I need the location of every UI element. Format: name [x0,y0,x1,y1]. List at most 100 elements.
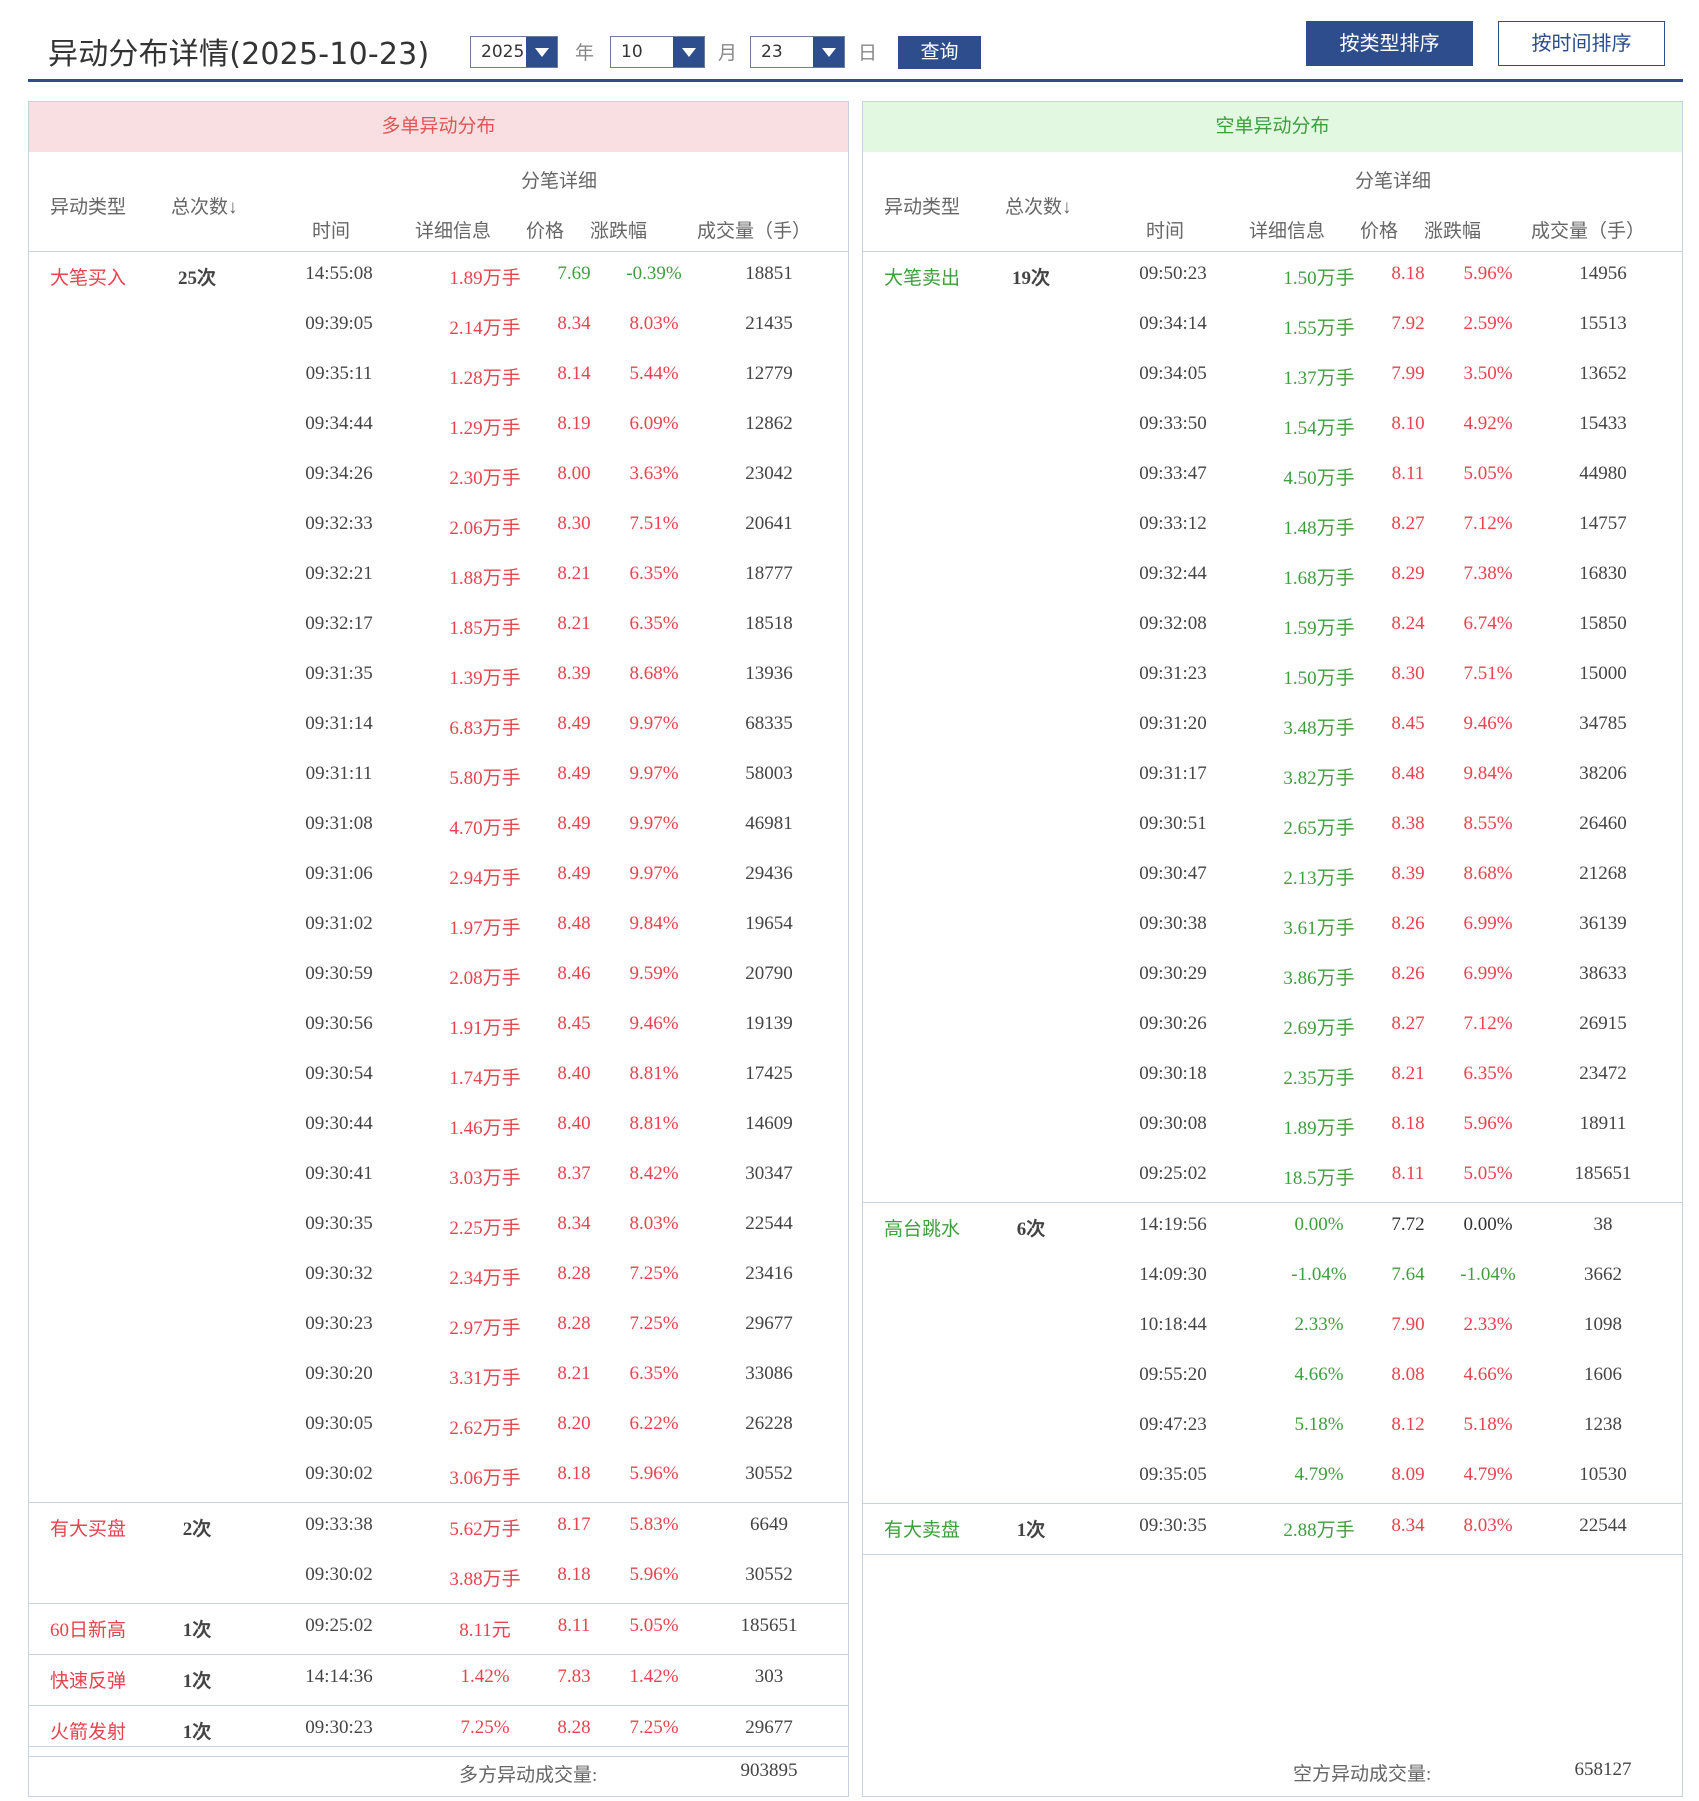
cell-volume: 1098 [1584,1314,1622,1335]
table-row[interactable]: 09:33:47 4.50万手 8.11 5.05% 44980 [863,452,1682,502]
table-row[interactable]: 09:32:44 1.68万手 8.29 7.38% 16830 [863,552,1682,602]
short-table-body: 大笔卖出 19次 09:50:23 1.50万手 8.18 5.96% 14956 09:34… [863,252,1682,1555]
table-row[interactable]: 10:18:44 2.33% 7.90 2.33% 1098 [863,1303,1682,1353]
cell-detail-info: 4.50万手 [1283,468,1355,489]
chevron-down-icon[interactable] [813,37,844,67]
table-row[interactable]: 09:30:02 3.06万手 8.18 5.96% 30552 [29,1452,848,1502]
table-row[interactable]: 09:31:08 4.70万手 8.49 9.97% 46981 [29,802,848,852]
table-row[interactable]: 09:30:54 1.74万手 8.40 8.81% 17425 [29,1052,848,1102]
cell-change: 7.38% [1463,563,1513,584]
table-row[interactable]: 09:30:29 3.86万手 8.26 6.99% 38633 [863,952,1682,1002]
col-info-header: 详细信息 [415,221,492,242]
cell-time: 09:32:44 [1139,563,1207,584]
cell-change: 7.51% [629,513,679,534]
cell-volume: 13936 [745,663,793,684]
query-button[interactable]: 查询 [898,36,981,69]
cell-volume: 58003 [745,763,793,784]
col-count-header[interactable]: 总次数↓ [171,192,238,219]
chevron-down-icon[interactable] [673,37,704,67]
table-row[interactable]: 09:32:08 1.59万手 8.24 6.74% 15850 [863,602,1682,652]
cell-time: 09:30:02 [305,1463,373,1484]
table-row[interactable]: 09:55:20 4.66% 8.08 4.66% 1606 [863,1353,1682,1403]
cell-detail-info: 1.37万手 [1283,368,1355,389]
table-row[interactable]: 09:30:32 2.34万手 8.28 7.25% 23416 [29,1252,848,1302]
table-row[interactable]: 09:30:08 1.89万手 8.18 5.96% 18911 [863,1102,1682,1152]
cell-change: 8.03% [1463,1515,1513,1536]
table-row[interactable]: 09:25:02 18.5万手 8.11 5.05% 185651 [863,1152,1682,1202]
sort-by-time-button[interactable]: 按时间排序 [1498,21,1665,66]
table-row[interactable]: 09:25:02 8.11元 8.11 5.05% 185651 [29,1604,848,1654]
cell-detail-info: 1.88万手 [449,568,521,589]
cell-detail-info: 2.94万手 [449,868,521,889]
table-row[interactable]: 14:19:56 0.00% 7.72 0.00% 38 [863,1203,1682,1253]
sort-by-type-button[interactable]: 按类型排序 [1306,21,1473,66]
short-footer-value: 658127 [1574,1759,1632,1780]
cell-time: 09:30:08 [1139,1113,1207,1134]
table-row[interactable]: 14:09:30 -1.04% 7.64 -1.04% 3662 [863,1253,1682,1303]
cell-time: 09:30:56 [305,1013,373,1034]
cell-detail-info: -1.04% [1291,1264,1347,1285]
table-row[interactable]: 09:30:02 3.88万手 8.18 5.96% 30552 [29,1553,848,1603]
table-row[interactable]: 09:33:12 1.48万手 8.27 7.12% 14757 [863,502,1682,552]
cell-detail-info: 2.13万手 [1283,868,1355,889]
table-row[interactable]: 09:50:23 1.50万手 8.18 5.96% 14956 [863,252,1682,302]
table-row[interactable]: 09:34:05 1.37万手 7.99 3.50% 13652 [863,352,1682,402]
table-row[interactable]: 09:31:23 1.50万手 8.30 7.51% 15000 [863,652,1682,702]
cell-time: 09:30:18 [1139,1063,1207,1084]
cell-change: 0.00% [1463,1214,1513,1235]
table-row[interactable]: 09:30:20 3.31万手 8.21 6.35% 33086 [29,1352,848,1402]
table-row[interactable]: 09:30:41 3.03万手 8.37 8.42% 30347 [29,1152,848,1202]
table-row[interactable]: 09:30:44 1.46万手 8.40 8.81% 14609 [29,1102,848,1152]
cell-time: 09:31:08 [305,813,373,834]
anomaly-group: 高台跳水 6次 14:19:56 0.00% 7.72 0.00% 38 14:09:30 -1… [863,1203,1682,1504]
short-footer: 空方异动成交量: 658127 [863,1746,1682,1796]
col-count-header[interactable]: 总次数↓ [1005,192,1072,219]
table-row[interactable]: 09:30:23 2.97万手 8.28 7.25% 29677 [29,1302,848,1352]
table-row[interactable]: 09:33:50 1.54万手 8.10 4.92% 15433 [863,402,1682,452]
cell-time: 09:31:35 [305,663,373,684]
anomaly-group: 60日新高 1次 09:25:02 8.11元 8.11 5.05% 185651 [29,1604,848,1655]
table-row[interactable]: 09:30:47 2.13万手 8.39 8.68% 21268 [863,852,1682,902]
table-row[interactable]: 14:55:08 1.89万手 7.69 -0.39% 18851 [29,252,848,302]
table-row[interactable]: 09:33:38 5.62万手 8.17 5.83% 6649 [29,1503,848,1553]
table-row[interactable]: 09:31:20 3.48万手 8.45 9.46% 34785 [863,702,1682,752]
table-row[interactable]: 09:31:14 6.83万手 8.49 9.97% 68335 [29,702,848,752]
table-row[interactable]: 09:30:35 2.25万手 8.34 8.03% 22544 [29,1202,848,1252]
year-select[interactable]: 2025 [470,36,558,68]
month-select-value: 10 [621,42,643,62]
table-row[interactable]: 09:32:33 2.06万手 8.30 7.51% 20641 [29,502,848,552]
cell-detail-info: 7.25% [460,1717,510,1738]
table-row[interactable]: 09:32:21 1.88万手 8.21 6.35% 18777 [29,552,848,602]
table-row[interactable]: 09:30:59 2.08万手 8.46 9.59% 20790 [29,952,848,1002]
table-row[interactable]: 09:32:17 1.85万手 8.21 6.35% 18518 [29,602,848,652]
table-row[interactable]: 09:31:06 2.94万手 8.49 9.97% 29436 [29,852,848,902]
table-row[interactable]: 09:47:23 5.18% 8.12 5.18% 1238 [863,1403,1682,1453]
month-select[interactable]: 10 [610,36,705,68]
table-row[interactable]: 09:31:02 1.97万手 8.48 9.84% 19654 [29,902,848,952]
table-row[interactable]: 09:31:11 5.80万手 8.49 9.97% 58003 [29,752,848,802]
cell-time: 14:09:30 [1139,1264,1207,1285]
table-row[interactable]: 09:30:51 2.65万手 8.38 8.55% 26460 [863,802,1682,852]
table-row[interactable]: 09:39:05 2.14万手 8.34 8.03% 21435 [29,302,848,352]
col-price-header: 价格 [1360,221,1399,242]
table-row[interactable]: 09:35:11 1.28万手 8.14 5.44% 12779 [29,352,848,402]
table-row[interactable]: 09:31:35 1.39万手 8.39 8.68% 13936 [29,652,848,702]
table-row[interactable]: 14:14:36 1.42% 7.83 1.42% 303 [29,1655,848,1705]
cell-volume: 1606 [1584,1364,1622,1385]
table-row[interactable]: 09:30:35 2.88万手 8.34 8.03% 22544 [863,1504,1682,1554]
table-row[interactable]: 09:34:44 1.29万手 8.19 6.09% 12862 [29,402,848,452]
anomaly-group: 有大卖盘 1次 09:30:35 2.88万手 8.34 8.03% 22544 [863,1504,1682,1555]
cell-time: 09:30:44 [305,1113,373,1134]
day-select[interactable]: 23 [750,36,845,68]
table-row[interactable]: 09:30:38 3.61万手 8.26 6.99% 36139 [863,902,1682,952]
table-row[interactable]: 09:30:56 1.91万手 8.45 9.46% 19139 [29,1002,848,1052]
table-row[interactable]: 09:30:18 2.35万手 8.21 6.35% 23472 [863,1052,1682,1102]
table-row[interactable]: 09:34:14 1.55万手 7.92 2.59% 15513 [863,302,1682,352]
table-row[interactable]: 09:34:26 2.30万手 8.00 3.63% 23042 [29,452,848,502]
cell-time: 09:31:17 [1139,763,1207,784]
table-row[interactable]: 09:30:26 2.69万手 8.27 7.12% 26915 [863,1002,1682,1052]
table-row[interactable]: 09:35:05 4.79% 8.09 4.79% 10530 [863,1453,1682,1503]
table-row[interactable]: 09:31:17 3.82万手 8.48 9.84% 38206 [863,752,1682,802]
chevron-down-icon[interactable] [526,37,557,67]
table-row[interactable]: 09:30:05 2.62万手 8.20 6.22% 26228 [29,1402,848,1452]
